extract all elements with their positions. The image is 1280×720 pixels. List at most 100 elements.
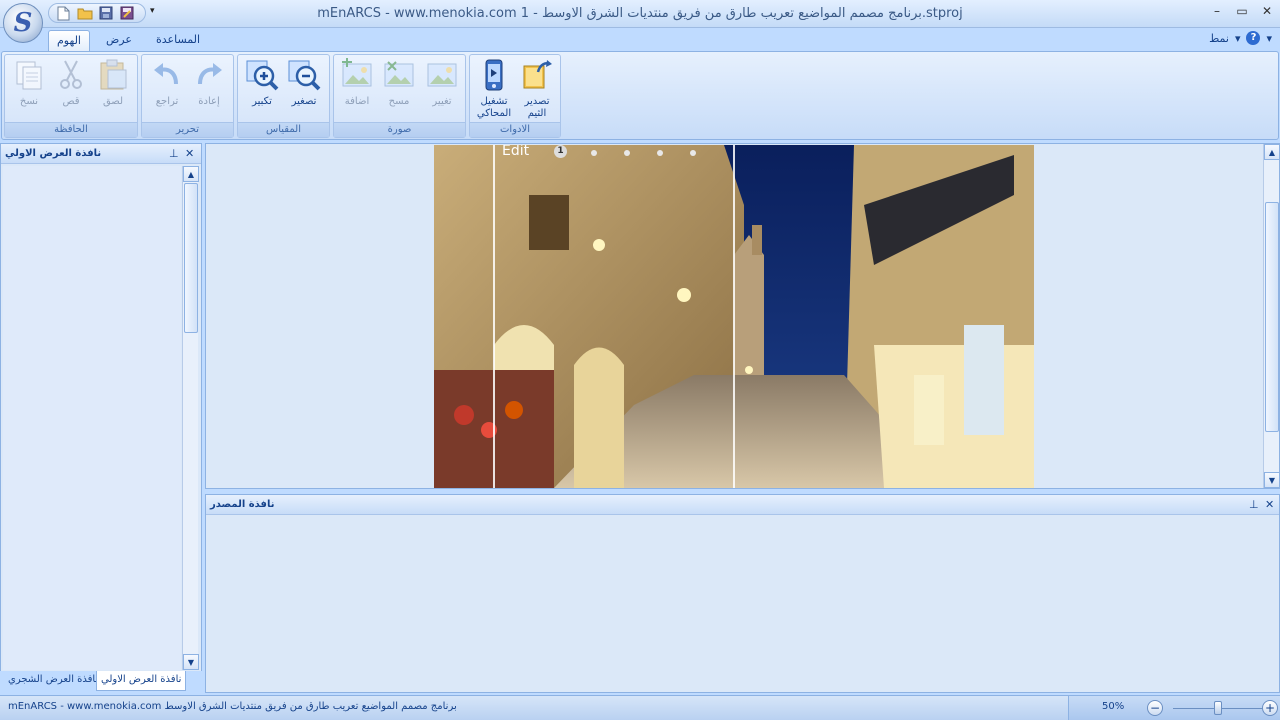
clear-image-icon [384,61,414,87]
title-bar: ▾ mEnARCS - www.menokia.com برنامج مصمم … [0,0,1280,28]
left-panel-content [3,166,181,670]
tab-tree-view[interactable]: نافذة العرض الشجري [4,671,102,691]
page-indicator-dot[interactable] [624,150,630,156]
redo-label: إعادة [198,96,220,107]
help-icon[interactable]: ? [1246,31,1261,45]
group-tools: تشغيلالمحاكي ▾ تصديرالثيم الادوات [469,54,561,138]
help-dropdown-icon[interactable]: ▾ [1266,32,1272,45]
style-menu: نمط ▾ ? ▾ [1209,31,1272,45]
cut-button[interactable]: قص [51,58,91,108]
close-icon[interactable]: ✕ [185,147,194,160]
redo-icon [198,63,222,85]
group-edit-label: تحرير [142,122,233,137]
preview-tree-panel: نافذة العرض الاولي ⊥ ✕ ▲ ▼ [0,143,202,693]
source-panel-header: نافذة المصدر ⊥ ✕ [206,495,1279,515]
page-indicator-dot[interactable] [591,150,597,156]
undo-label: تراجع [155,96,179,107]
scroll-up-icon[interactable]: ▲ [183,166,199,182]
application-menu-button[interactable]: S [3,3,43,43]
zoom-level: 50% [1102,701,1125,712]
main-view-scrollbar[interactable]: ▲ ▼ [1263,144,1280,488]
export-theme-label: تصدير الثيم [517,96,557,120]
scroll-thumb[interactable] [184,183,198,333]
save-as-icon[interactable] [118,6,135,21]
group-edit: تراجع إعادة تحرير [141,54,234,138]
new-file-icon[interactable] [55,6,72,21]
preview-canvas: Edit 1 ▲ ▼ [205,143,1280,489]
run-emulator-button[interactable]: تشغيلالمحاكي ▾ [474,58,514,132]
redo-button[interactable]: إعادة [189,58,229,108]
paste-label: لصق [102,96,124,107]
copy-icon [16,61,42,90]
left-panel-tabs: نافذة العرض الشجري نافذة العرض الاولي [0,671,202,693]
page-indicator-dot[interactable] [657,150,663,156]
scroll-up-icon[interactable]: ▲ [1264,144,1280,160]
group-tools-label: الادوات [470,122,560,137]
ribbon: نسخ قص لصق الحافظة تراجع إعادة تحرير تكب… [1,51,1279,140]
group-clipboard: نسخ قص لصق الحافظة [4,54,138,138]
scissors-icon [60,60,82,89]
change-image-button[interactable]: تغيير [422,58,462,108]
tab-help[interactable]: المساعدة [148,30,208,51]
zoom-in-button[interactable]: تكبير [242,58,282,108]
tab-preview-view[interactable]: نافذة العرض الاولي [96,671,187,691]
group-scale-label: المقياس [238,122,329,137]
minimize-button[interactable]: – [1204,4,1230,22]
zoom-in-icon [246,60,279,91]
export-theme-icon [523,60,552,89]
maximize-button[interactable]: ▭ [1229,4,1255,22]
pin-icon[interactable]: ⊥ [1249,498,1259,511]
clear-image-label: مسح [388,96,410,107]
tab-view[interactable]: عرض [98,30,140,51]
export-theme-button[interactable]: تصدير الثيم [517,58,557,120]
export-theme-label-line1: تصدير [524,96,550,107]
theme-wallpaper-image[interactable]: Edit 1 [434,145,1034,488]
edit-label[interactable]: Edit [502,145,529,159]
close-icon[interactable]: ✕ [1265,498,1274,511]
phone-emulator-icon [485,59,503,91]
change-image-icon [427,63,457,87]
paste-button[interactable]: لصق [93,58,133,108]
pin-icon[interactable]: ⊥ [169,147,179,160]
undo-icon [154,63,178,85]
status-text: mEnARCS - www.menokia.com برنامج مصمم ال… [8,701,457,712]
undo-button[interactable]: تراجع [147,58,187,108]
zoom-out-icon [288,60,321,91]
window-title: mEnARCS - www.menokia.com برنامج مصمم ال… [317,6,963,21]
save-icon[interactable] [97,6,114,21]
copy-button[interactable]: نسخ [9,58,49,108]
zoom-plus-button[interactable]: + [1262,700,1278,716]
scroll-thumb[interactable] [1265,202,1279,432]
add-image-icon [342,58,372,87]
open-folder-icon[interactable] [76,6,93,21]
close-button[interactable]: ✕ [1254,4,1280,22]
zoom-slider-thumb[interactable] [1214,701,1222,715]
style-menu-label[interactable]: نمط [1209,32,1229,45]
left-panel-header: نافذة العرض الاولي ⊥ ✕ [1,144,201,164]
qat-dropdown-icon[interactable]: ▾ [150,6,155,16]
tab-home[interactable]: الهوم [48,30,90,51]
group-scale: تكبير تصغير المقياس [237,54,330,138]
zoom-in-label: تكبير [252,96,272,107]
zoom-out-label: تصغير [291,96,317,107]
run-emulator-label-line2: المحاكي [476,108,512,119]
source-panel: نافذة المصدر ⊥ ✕ [205,494,1280,693]
page-indicator-dot[interactable] [690,150,696,156]
clear-image-button[interactable]: مسح [379,58,419,108]
zoom-out-button[interactable]: تصغير [284,58,324,108]
scroll-down-icon[interactable]: ▼ [1264,472,1280,488]
add-image-button[interactable]: اضافة [337,58,377,108]
style-dropdown-icon[interactable]: ▾ [1235,32,1241,45]
source-panel-title: نافذة المصدر [210,499,275,510]
group-clipboard-label: الحافظة [5,122,137,137]
app-logo-icon: S [13,8,33,38]
cut-label: قص [62,96,80,107]
left-panel-scrollbar[interactable]: ▲ ▼ [182,166,199,670]
export-theme-label-line2: الثيم [527,108,547,119]
group-image: اضافة مسح تغيير صورة [333,54,466,138]
run-emulator-label-line1: تشغيل [480,96,508,107]
zoom-minus-button[interactable]: − [1147,700,1163,716]
scroll-down-icon[interactable]: ▼ [183,654,199,670]
page-indicator-active[interactable]: 1 [554,145,567,158]
paste-icon [100,59,127,90]
